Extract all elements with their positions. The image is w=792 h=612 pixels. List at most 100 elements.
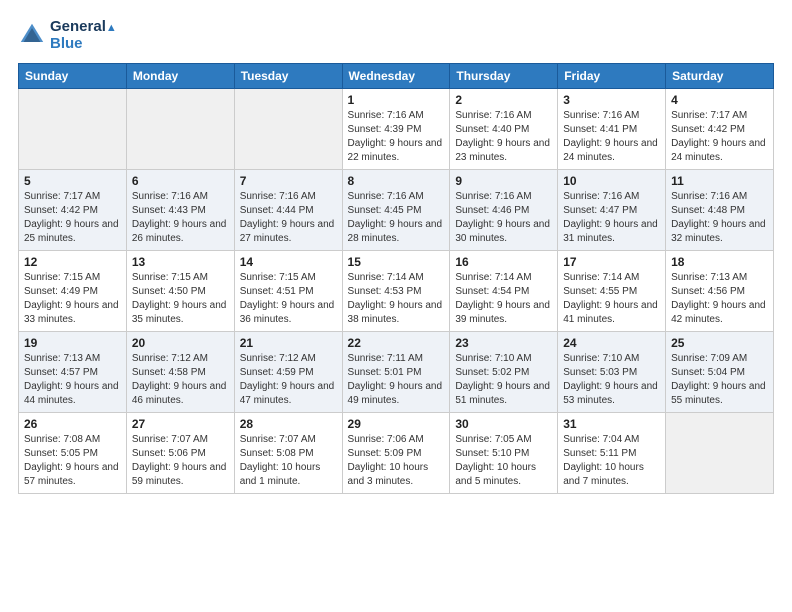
day-info: Sunrise: 7:06 AM Sunset: 5:09 PM Dayligh… <box>348 433 445 489</box>
day-number: 29 <box>348 417 445 431</box>
calendar-week-row: 12 Sunrise: 7:15 AM Sunset: 4:49 PM Dayli… <box>19 250 774 331</box>
day-of-week-header: Sunday <box>19 63 127 88</box>
day-number: 24 <box>563 336 660 350</box>
calendar-cell: 25 Sunrise: 7:09 AM Sunset: 5:04 PM Dayli… <box>666 331 774 412</box>
calendar-cell <box>126 88 234 169</box>
calendar-cell: 10Sunrise: 7:16 AM Sunset: 4:47 PM Dayli… <box>558 169 666 250</box>
day-info: Sunrise: 7:13 AM Sunset: 4:57 PM Dayligh… <box>24 352 121 408</box>
calendar-cell: 29 Sunrise: 7:06 AM Sunset: 5:09 PM Dayli… <box>342 412 450 493</box>
day-number: 6 <box>132 174 229 188</box>
day-info: Sunrise: 7:15 AM Sunset: 4:50 PM Dayligh… <box>132 271 229 327</box>
day-number: 23 <box>455 336 552 350</box>
day-info: Sunrise: 7:09 AM Sunset: 5:04 PM Dayligh… <box>671 352 768 408</box>
calendar-cell: 13 Sunrise: 7:15 AM Sunset: 4:50 PM Dayli… <box>126 250 234 331</box>
calendar-cell: 18 Sunrise: 7:13 AM Sunset: 4:56 PM Dayli… <box>666 250 774 331</box>
calendar-week-row: 19Sunrise: 7:13 AM Sunset: 4:57 PM Dayli… <box>19 331 774 412</box>
calendar-cell: 26 Sunrise: 7:08 AM Sunset: 5:05 PM Dayli… <box>19 412 127 493</box>
day-info: Sunrise: 7:16 AM Sunset: 4:45 PM Dayligh… <box>348 190 445 246</box>
calendar-cell: 19Sunrise: 7:13 AM Sunset: 4:57 PM Dayli… <box>19 331 127 412</box>
calendar-cell: 23 Sunrise: 7:10 AM Sunset: 5:02 PM Dayli… <box>450 331 558 412</box>
day-info: Sunrise: 7:17 AM Sunset: 4:42 PM Dayligh… <box>671 109 768 165</box>
page: General▲ Blue SundayMondayTuesdayWednesd… <box>0 0 792 612</box>
calendar-cell: 6 Sunrise: 7:16 AM Sunset: 4:43 PM Daylig… <box>126 169 234 250</box>
calendar-cell: 24Sunrise: 7:10 AM Sunset: 5:03 PM Dayli… <box>558 331 666 412</box>
day-info: Sunrise: 7:12 AM Sunset: 4:59 PM Dayligh… <box>240 352 337 408</box>
day-number: 26 <box>24 417 121 431</box>
day-number: 7 <box>240 174 337 188</box>
calendar-cell: 28Sunrise: 7:07 AM Sunset: 5:08 PM Dayli… <box>234 412 342 493</box>
calendar-cell: 9 Sunrise: 7:16 AM Sunset: 4:46 PM Daylig… <box>450 169 558 250</box>
day-of-week-header: Wednesday <box>342 63 450 88</box>
day-number: 10 <box>563 174 660 188</box>
day-info: Sunrise: 7:08 AM Sunset: 5:05 PM Dayligh… <box>24 433 121 489</box>
day-number: 1 <box>348 93 445 107</box>
day-number: 4 <box>671 93 768 107</box>
calendar-cell: 20 Sunrise: 7:12 AM Sunset: 4:58 PM Dayli… <box>126 331 234 412</box>
logo-icon <box>18 21 46 49</box>
calendar-cell: 14 Sunrise: 7:15 AM Sunset: 4:51 PM Dayli… <box>234 250 342 331</box>
day-info: Sunrise: 7:13 AM Sunset: 4:56 PM Dayligh… <box>671 271 768 327</box>
day-info: Sunrise: 7:14 AM Sunset: 4:55 PM Dayligh… <box>563 271 660 327</box>
calendar-week-row: 5Sunrise: 7:17 AM Sunset: 4:42 PM Daylig… <box>19 169 774 250</box>
day-number: 25 <box>671 336 768 350</box>
day-number: 9 <box>455 174 552 188</box>
calendar-cell: 11 Sunrise: 7:16 AM Sunset: 4:48 PM Dayli… <box>666 169 774 250</box>
day-number: 8 <box>348 174 445 188</box>
day-info: Sunrise: 7:16 AM Sunset: 4:40 PM Dayligh… <box>455 109 552 165</box>
day-number: 17 <box>563 255 660 269</box>
calendar-cell <box>234 88 342 169</box>
calendar-header-row: SundayMondayTuesdayWednesdayThursdayFrid… <box>19 63 774 88</box>
day-info: Sunrise: 7:11 AM Sunset: 5:01 PM Dayligh… <box>348 352 445 408</box>
day-number: 18 <box>671 255 768 269</box>
calendar-cell <box>666 412 774 493</box>
day-info: Sunrise: 7:16 AM Sunset: 4:48 PM Dayligh… <box>671 190 768 246</box>
calendar-cell: 16Sunrise: 7:14 AM Sunset: 4:54 PM Dayli… <box>450 250 558 331</box>
calendar-cell: 4 Sunrise: 7:17 AM Sunset: 4:42 PM Daylig… <box>666 88 774 169</box>
calendar-cell: 8 Sunrise: 7:16 AM Sunset: 4:45 PM Daylig… <box>342 169 450 250</box>
day-info: Sunrise: 7:05 AM Sunset: 5:10 PM Dayligh… <box>455 433 552 489</box>
day-number: 11 <box>671 174 768 188</box>
calendar-cell: 15Sunrise: 7:14 AM Sunset: 4:53 PM Dayli… <box>342 250 450 331</box>
day-info: Sunrise: 7:16 AM Sunset: 4:41 PM Dayligh… <box>563 109 660 165</box>
header: General▲ Blue <box>18 18 774 53</box>
day-of-week-header: Friday <box>558 63 666 88</box>
day-number: 12 <box>24 255 121 269</box>
calendar-cell <box>19 88 127 169</box>
day-info: Sunrise: 7:04 AM Sunset: 5:11 PM Dayligh… <box>563 433 660 489</box>
calendar-cell: 30 Sunrise: 7:05 AM Sunset: 5:10 PM Dayli… <box>450 412 558 493</box>
day-info: Sunrise: 7:16 AM Sunset: 4:44 PM Dayligh… <box>240 190 337 246</box>
day-number: 14 <box>240 255 337 269</box>
day-info: Sunrise: 7:16 AM Sunset: 4:43 PM Dayligh… <box>132 190 229 246</box>
day-info: Sunrise: 7:16 AM Sunset: 4:46 PM Dayligh… <box>455 190 552 246</box>
calendar-cell: 2 Sunrise: 7:16 AM Sunset: 4:40 PM Daylig… <box>450 88 558 169</box>
day-number: 2 <box>455 93 552 107</box>
day-of-week-header: Thursday <box>450 63 558 88</box>
calendar-week-row: 1 Sunrise: 7:16 AM Sunset: 4:39 PM Daylig… <box>19 88 774 169</box>
day-number: 27 <box>132 417 229 431</box>
day-number: 3 <box>563 93 660 107</box>
calendar-cell: 31Sunrise: 7:04 AM Sunset: 5:11 PM Dayli… <box>558 412 666 493</box>
day-info: Sunrise: 7:17 AM Sunset: 4:42 PM Dayligh… <box>24 190 121 246</box>
day-info: Sunrise: 7:07 AM Sunset: 5:06 PM Dayligh… <box>132 433 229 489</box>
calendar-cell: 3 Sunrise: 7:16 AM Sunset: 4:41 PM Daylig… <box>558 88 666 169</box>
calendar-cell: 22Sunrise: 7:11 AM Sunset: 5:01 PM Dayli… <box>342 331 450 412</box>
calendar-cell: 21Sunrise: 7:12 AM Sunset: 4:59 PM Dayli… <box>234 331 342 412</box>
day-of-week-header: Saturday <box>666 63 774 88</box>
day-info: Sunrise: 7:15 AM Sunset: 4:51 PM Dayligh… <box>240 271 337 327</box>
day-number: 13 <box>132 255 229 269</box>
calendar-cell: 5Sunrise: 7:17 AM Sunset: 4:42 PM Daylig… <box>19 169 127 250</box>
day-info: Sunrise: 7:10 AM Sunset: 5:02 PM Dayligh… <box>455 352 552 408</box>
day-info: Sunrise: 7:15 AM Sunset: 4:49 PM Dayligh… <box>24 271 121 327</box>
day-of-week-header: Tuesday <box>234 63 342 88</box>
day-of-week-header: Monday <box>126 63 234 88</box>
calendar-cell: 27 Sunrise: 7:07 AM Sunset: 5:06 PM Dayli… <box>126 412 234 493</box>
day-info: Sunrise: 7:07 AM Sunset: 5:08 PM Dayligh… <box>240 433 337 489</box>
day-number: 20 <box>132 336 229 350</box>
calendar-cell: 7 Sunrise: 7:16 AM Sunset: 4:44 PM Daylig… <box>234 169 342 250</box>
day-number: 16 <box>455 255 552 269</box>
day-info: Sunrise: 7:12 AM Sunset: 4:58 PM Dayligh… <box>132 352 229 408</box>
logo-text: General▲ Blue <box>50 18 117 53</box>
day-info: Sunrise: 7:16 AM Sunset: 4:39 PM Dayligh… <box>348 109 445 165</box>
calendar-week-row: 26 Sunrise: 7:08 AM Sunset: 5:05 PM Dayli… <box>19 412 774 493</box>
day-number: 30 <box>455 417 552 431</box>
